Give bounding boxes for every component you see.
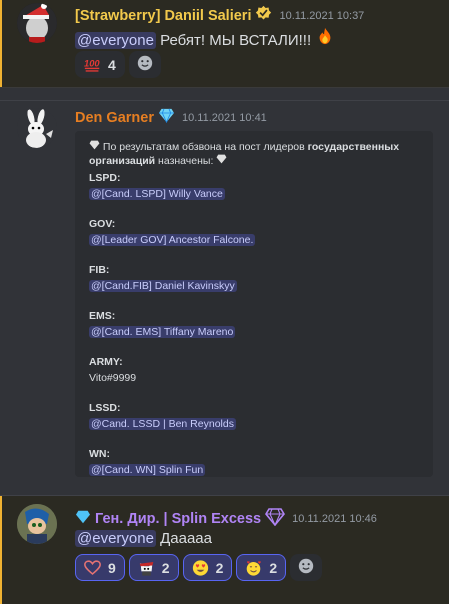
- announcement-embed: По результатам обзвона на пост лидеров г…: [75, 131, 433, 477]
- highlight-bar: [0, 0, 2, 87]
- role-mention[interactable]: @[Cand.FIB] Daniel Kavinskyy: [89, 280, 237, 292]
- author-name[interactable]: [Strawberry] Daniil Salieri: [75, 8, 251, 24]
- embed-intro: По результатам обзвона на пост лидеров: [102, 141, 308, 153]
- everyone-mention[interactable]: @everyone: [75, 530, 156, 547]
- avatar[interactable]: [17, 108, 57, 148]
- section-label: FIB:: [89, 264, 110, 276]
- section-label: ARMY:: [89, 356, 123, 368]
- timestamp: 10.11.2021 10:41: [181, 111, 267, 124]
- reaction-count: 9: [108, 559, 116, 576]
- verified-badge-icon: [255, 5, 272, 26]
- author-name[interactable]: Den Garner: [75, 110, 154, 126]
- diamond-badge-icon: [158, 108, 175, 127]
- reaction-count: 2: [215, 559, 224, 576]
- reaction-count: 4: [108, 56, 116, 73]
- fire-icon: [315, 27, 335, 49]
- heart-outline-icon: [84, 559, 101, 576]
- role-mention[interactable]: @[Cand. WN] Splin Fun: [89, 464, 206, 476]
- everyone-mention[interactable]: @everyone: [75, 32, 156, 49]
- diamond-icon: [75, 510, 91, 528]
- svg-text:100: 100: [84, 58, 100, 68]
- reaction-count: 2: [161, 559, 170, 576]
- purple-diamond-badge-icon: [265, 508, 286, 530]
- highlight-bar: [0, 496, 2, 604]
- section-label: EMS:: [89, 310, 116, 322]
- role-mention[interactable]: @[Cand. EMS] Tiffany Mareno: [89, 326, 236, 338]
- timestamp: 10.11.2021 10:37: [279, 9, 365, 22]
- embed-intro-bold-2: организаций: [89, 155, 156, 167]
- add-emoji-icon: [136, 54, 154, 75]
- message-content: @everyone Дааааа: [75, 530, 212, 547]
- reaction-heart-eyes[interactable]: 2: [182, 554, 233, 581]
- message-text: Ребят! МЫ ВСТАЛИ!!!: [160, 32, 312, 49]
- user-tag: Vito#9999: [89, 372, 137, 384]
- diamond-icon: [89, 140, 100, 153]
- avatar[interactable]: [17, 3, 57, 43]
- heart-eyes-icon: [192, 559, 209, 576]
- section-label: LSPD:: [89, 172, 121, 184]
- author-name[interactable]: Ген. Дир. | Splin Excess: [95, 511, 261, 527]
- reaction-smiling-hearts[interactable]: 2: [236, 554, 287, 581]
- add-reaction-button[interactable]: [128, 51, 161, 78]
- diamond-icon: [216, 154, 227, 167]
- section-label: WN:: [89, 448, 110, 460]
- section-label: GOV:: [89, 218, 116, 230]
- section-label: LSSD:: [89, 402, 121, 414]
- message-content: @everyone Ребят! МЫ ВСТАЛИ!!!: [75, 27, 335, 49]
- timestamp: 10.11.2021 10:46: [292, 513, 377, 525]
- embed-intro-bold: государственных: [307, 141, 400, 153]
- reaction-count: 2: [269, 559, 278, 576]
- pirate-cat-icon: [138, 559, 155, 576]
- role-mention[interactable]: @Cand. LSSD | Ben Reynolds: [89, 418, 236, 430]
- embed-intro-end: назначены:: [155, 155, 214, 167]
- add-reaction-button[interactable]: [290, 554, 323, 581]
- role-mention[interactable]: @[Cand. LSPD] Willy Vance: [89, 188, 225, 200]
- reaction-100[interactable]: 100 4: [75, 51, 125, 78]
- 100-icon: 100: [84, 56, 101, 73]
- reaction-pirate-cat[interactable]: 2: [128, 554, 179, 581]
- add-emoji-icon: [297, 557, 315, 578]
- avatar[interactable]: [17, 504, 57, 544]
- message-text: Дааааа: [160, 530, 212, 547]
- reaction-heart[interactable]: 9: [75, 554, 125, 581]
- smiling-hearts-icon: [245, 559, 262, 576]
- role-mention[interactable]: @[Leader GOV] Ancestor Falcone.: [89, 234, 256, 246]
